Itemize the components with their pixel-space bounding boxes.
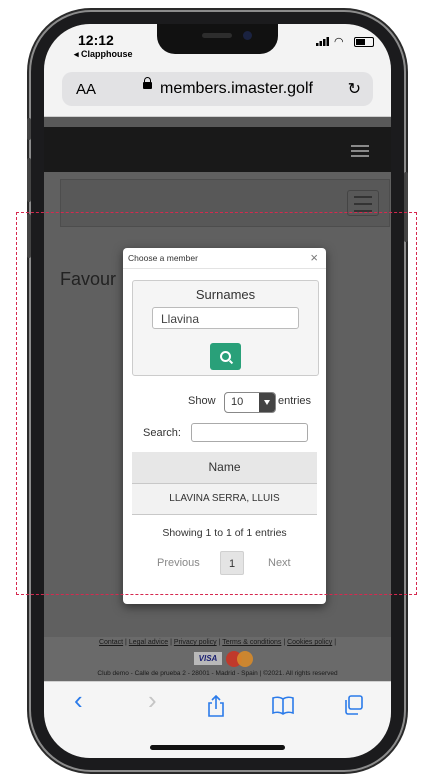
url-text[interactable]: members.imaster.golf	[160, 80, 313, 98]
lock-icon	[143, 77, 152, 89]
wifi-icon: ◠	[334, 36, 344, 48]
table-search-input[interactable]	[191, 423, 308, 442]
page-1-button[interactable]: 1	[220, 551, 244, 575]
table-row[interactable]: LLAVINA SERRA, LLUIS	[132, 484, 317, 515]
site-header-strip	[44, 117, 391, 127]
site-footer: Contact | Legal advice | Privacy policy …	[44, 637, 391, 681]
legal-advice-link[interactable]: Legal advice	[129, 639, 168, 646]
menu-icon[interactable]	[351, 145, 369, 157]
notch	[157, 24, 278, 54]
secondary-navbar	[60, 179, 390, 227]
contact-link[interactable]: Contact	[99, 639, 123, 646]
search-label: Search:	[143, 427, 181, 439]
mastercard-icon	[226, 650, 256, 667]
pagination: Previous 1 Next	[123, 551, 326, 575]
bookmarks-icon[interactable]	[272, 695, 294, 715]
surname-search-panel: Surnames Llavina	[132, 280, 319, 376]
surnames-label: Surnames	[195, 287, 256, 302]
modal-title: Choose a member	[128, 253, 198, 263]
divider	[123, 268, 326, 269]
search-button[interactable]	[210, 343, 241, 370]
search-icon	[220, 351, 231, 362]
name-column-header[interactable]: Name	[132, 452, 317, 484]
back-to-app-link[interactable]: ◂ Clapphouse	[74, 49, 133, 60]
url-field[interactable]: AA members.imaster.golf ↻	[62, 72, 373, 106]
secondary-menu-button[interactable]	[347, 190, 379, 216]
close-icon[interactable]: ×	[310, 251, 318, 264]
footer-copyright: Club demo - Calle de prueba 2 - 28001 - …	[97, 670, 338, 677]
volume-up-button	[27, 158, 31, 202]
table-info: Showing 1 to 1 of 1 entries	[162, 527, 287, 539]
status-time: 12:12	[78, 32, 114, 48]
choose-member-modal: Choose a member × Surnames Llavina Show …	[123, 248, 326, 604]
forward-icon[interactable]: ›	[148, 687, 157, 713]
surname-input[interactable]: Llavina	[152, 307, 299, 329]
previous-button[interactable]: Previous	[157, 557, 200, 569]
site-navbar	[44, 127, 391, 172]
reader-options-button[interactable]: AA	[76, 81, 96, 98]
address-bar: AA members.imaster.golf ↻	[44, 68, 391, 117]
phone-screen: 12:12 ◂ Clapphouse ◠ AA members.imaster.…	[44, 24, 391, 758]
entries-length-control: Show 10 entries	[123, 392, 326, 413]
web-content: Favour Choose a member × Surnames Llavin…	[44, 117, 391, 681]
entries-select[interactable]: 10	[224, 392, 276, 413]
battery-icon	[354, 37, 374, 47]
terms-link[interactable]: Terms & conditions	[222, 639, 281, 646]
show-label: Show	[188, 395, 216, 407]
entries-label: entries	[278, 395, 312, 407]
signal-icon	[316, 37, 329, 46]
privacy-policy-link[interactable]: Privacy policy	[174, 639, 217, 646]
next-button[interactable]: Next	[268, 557, 291, 569]
page-heading: Favour	[60, 269, 117, 289]
volume-down-button	[27, 214, 31, 258]
tabs-icon[interactable]	[344, 695, 364, 715]
visa-icon: VISA	[194, 652, 222, 666]
mute-switch	[27, 118, 31, 140]
power-button	[404, 172, 408, 242]
camera-icon	[243, 31, 252, 40]
cookies-policy-link[interactable]: Cookies policy	[287, 639, 332, 646]
home-indicator	[150, 745, 285, 750]
back-icon[interactable]: ‹	[74, 687, 83, 713]
footer-links: Contact | Legal advice | Privacy policy …	[98, 639, 337, 646]
payment-cards: VISA	[194, 650, 256, 668]
reload-icon[interactable]: ↻	[348, 79, 361, 99]
safari-toolbar: ‹ ›	[44, 681, 391, 758]
chevron-down-icon	[259, 393, 275, 412]
share-icon[interactable]	[207, 695, 225, 717]
entries-select-value: 10	[231, 396, 244, 408]
